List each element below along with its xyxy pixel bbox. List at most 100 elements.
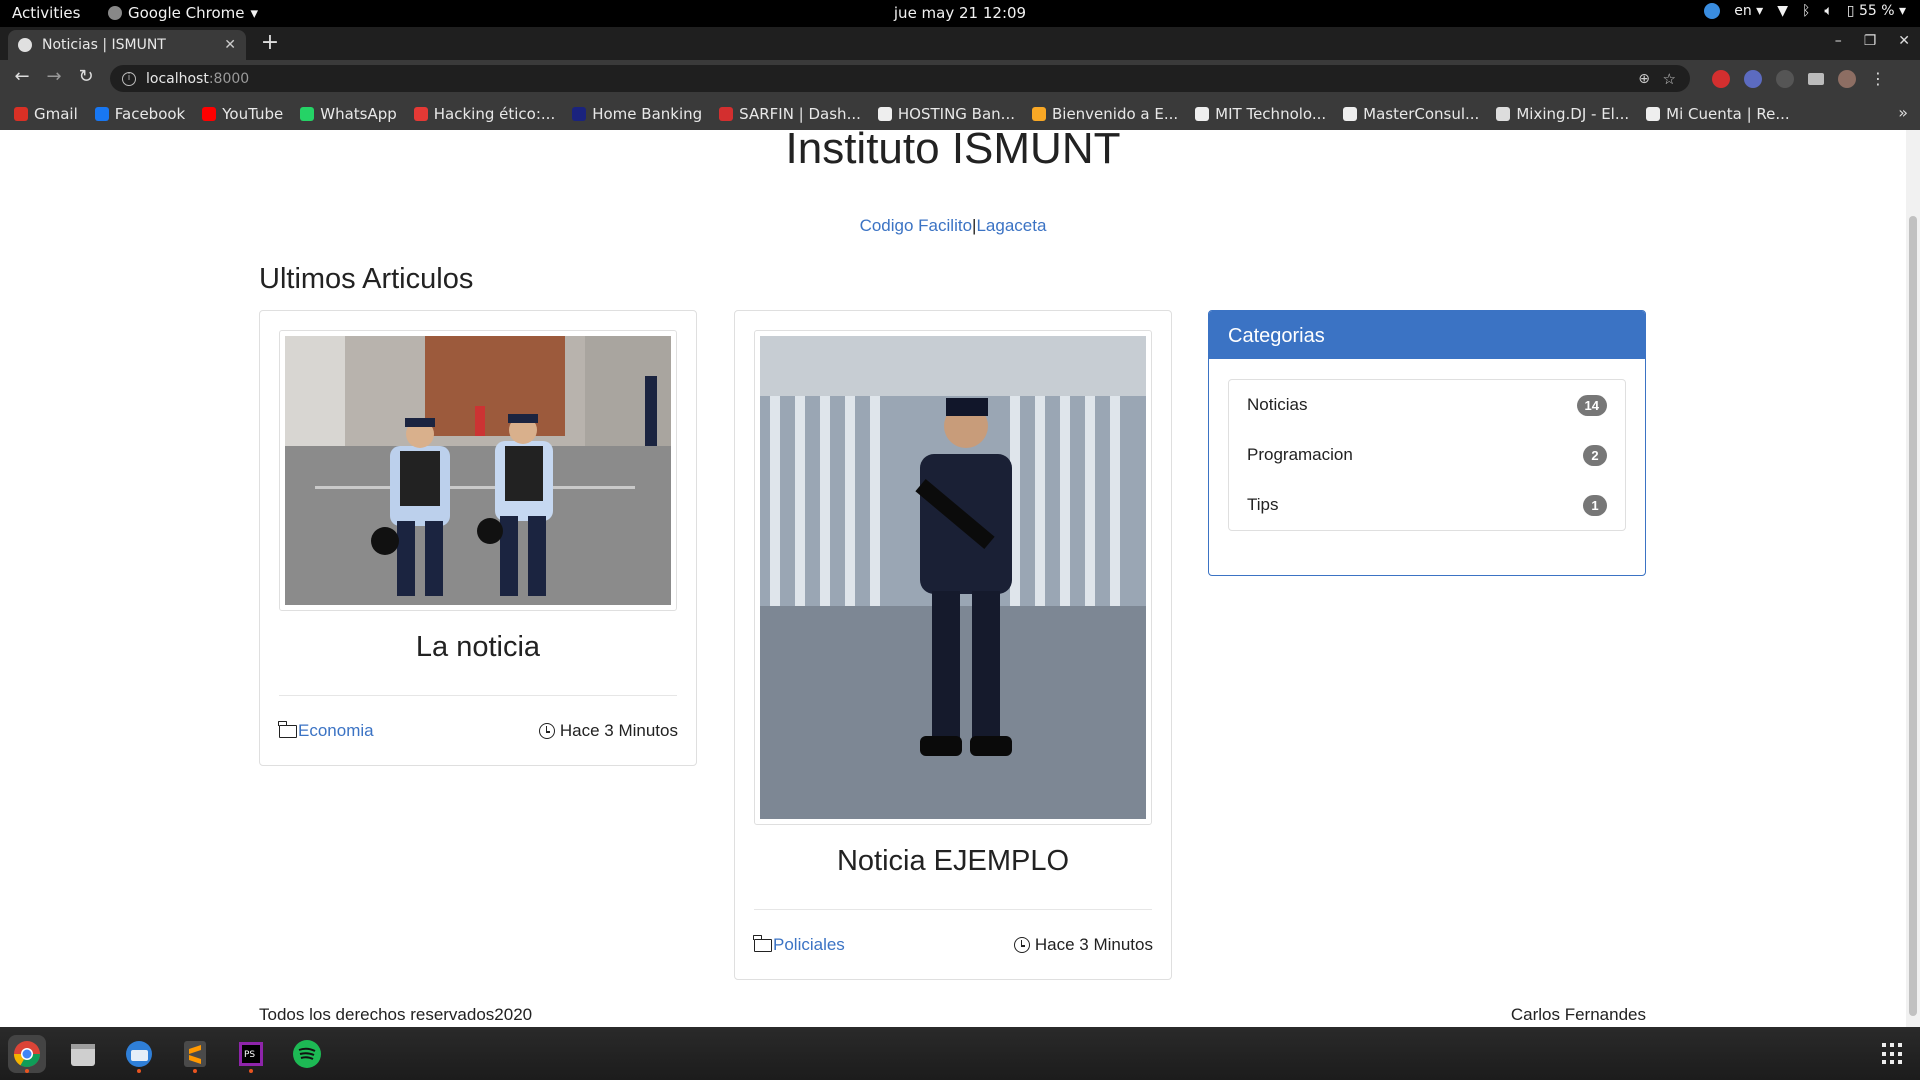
- bookmark-item[interactable]: Hacking ético:...: [413, 105, 555, 123]
- article-card: La noticia Economia Hace 3 Minutos: [259, 310, 697, 766]
- categories-panel: Categorias Noticias 14 Programacion 2 Ti…: [1208, 310, 1646, 576]
- shield-extension-icon[interactable]: [1744, 69, 1762, 88]
- article-title[interactable]: Noticia EJEMPLO: [735, 845, 1171, 878]
- link-codigo-facilito[interactable]: Codigo Facilito: [860, 216, 972, 235]
- article-time-label: Hace 3 Minutos: [559, 721, 678, 740]
- bookmark-label: Home Banking: [592, 104, 703, 123]
- bookmark-item[interactable]: WhatsApp: [300, 105, 397, 123]
- bluetooth-icon[interactable]: ᛒ: [1802, 3, 1810, 19]
- clock[interactable]: jue may 21 12:09: [0, 4, 1920, 22]
- show-applications-icon[interactable]: [1882, 1043, 1904, 1065]
- new-tab-button[interactable]: +: [258, 30, 282, 58]
- bookmark-item[interactable]: HOSTING Ban...: [877, 104, 1015, 123]
- chrome-logo-icon: [13, 1041, 41, 1068]
- minimize-icon[interactable]: –: [1835, 33, 1842, 49]
- activities-button[interactable]: Activities: [12, 4, 80, 22]
- language-label: en: [1734, 3, 1752, 19]
- favicon-icon: [18, 38, 32, 52]
- phpstorm-dock-icon[interactable]: PS: [232, 1035, 270, 1073]
- article-photo-police-walking[interactable]: [285, 336, 671, 605]
- system-tray[interactable]: en ▾ ▼ ᛒ 🔈︎ ▯ 55 % ▾: [1704, 3, 1906, 19]
- address-bar[interactable]: i localhost:8000 ⊕ ☆: [110, 65, 1690, 92]
- bookmark-favicon-icon: [1195, 106, 1210, 121]
- spotify-dock-icon[interactable]: [288, 1035, 326, 1073]
- close-window-icon[interactable]: ✕: [1898, 33, 1910, 49]
- url-host: localhost: [146, 70, 209, 87]
- wifi-icon[interactable]: ▼: [1777, 3, 1788, 19]
- forward-arrow-icon[interactable]: →: [42, 66, 66, 87]
- bookmark-favicon-icon: [1031, 106, 1046, 121]
- bookmark-item[interactable]: Mi Cuenta | Re...: [1646, 105, 1790, 123]
- bookmark-label: Facebook: [114, 104, 186, 123]
- bookmarks-bar: Gmail Facebook YouTube WhatsApp Hacking étic…: [0, 97, 1920, 130]
- divider: [754, 909, 1152, 910]
- chrome-dock-icon[interactable]: [8, 1035, 46, 1073]
- maximize-icon[interactable]: ❐: [1864, 33, 1877, 49]
- bookmark-favicon-icon: [202, 106, 217, 121]
- files-icon: [71, 1044, 95, 1066]
- category-name: Tips: [1247, 495, 1279, 514]
- back-arrow-icon[interactable]: ←: [10, 66, 34, 87]
- battery-indicator[interactable]: ▯ 55 % ▾: [1847, 3, 1906, 19]
- chevron-down-icon: ▾: [250, 4, 259, 22]
- more-menu-icon[interactable]: ⋮: [1870, 69, 1886, 88]
- running-indicator: [249, 1069, 253, 1073]
- url-port: :8000: [208, 70, 250, 87]
- bookmark-label: Mixing.DJ - El...: [1516, 104, 1630, 123]
- spotify-icon: [293, 1040, 321, 1068]
- bookmark-item[interactable]: Mixing.DJ - El...: [1496, 105, 1629, 123]
- volume-icon[interactable]: 🔈︎: [1824, 3, 1832, 19]
- bookmarks-overflow-icon[interactable]: »: [1898, 103, 1908, 122]
- bookmark-item[interactable]: Home Banking: [572, 105, 702, 123]
- count-badge: 2: [1583, 444, 1607, 466]
- bookmark-item[interactable]: MIT Technolo...: [1195, 105, 1326, 123]
- category-item-noticias[interactable]: Noticias 14: [1229, 380, 1625, 430]
- svg-text:PS: PS: [244, 1050, 255, 1060]
- close-tab-icon[interactable]: ✕: [224, 37, 236, 53]
- bookmark-item[interactable]: SARFIN | Dash...: [719, 105, 861, 123]
- bookmark-favicon-icon: [1343, 106, 1358, 121]
- clock-icon: [1013, 937, 1030, 953]
- app-menu[interactable]: Google Chrome ▾: [108, 4, 258, 22]
- bookmark-star-icon[interactable]: ☆: [1663, 70, 1676, 88]
- bookmark-label: HOSTING Ban...: [897, 104, 1015, 123]
- tab-strip: Noticias | ISMUNT ✕ + – ❐ ✕: [0, 27, 1920, 60]
- thunderbird-dock-icon[interactable]: [120, 1035, 158, 1073]
- adblock-icon[interactable]: [1712, 69, 1730, 88]
- bookmark-item[interactable]: Bienvenido a E...: [1031, 105, 1178, 123]
- extension-icon[interactable]: [1776, 69, 1794, 88]
- link-lagaceta[interactable]: Lagaceta: [976, 216, 1046, 235]
- page-scrollbar[interactable]: [1906, 130, 1920, 1027]
- zoom-icon[interactable]: ⊕: [1638, 71, 1650, 87]
- bookmark-item[interactable]: MasterConsul...: [1343, 105, 1479, 123]
- article-photo: [285, 336, 671, 605]
- language-indicator[interactable]: en ▾: [1734, 3, 1763, 19]
- article-photo-police-officer[interactable]: [760, 336, 1146, 819]
- profile-avatar[interactable]: [1838, 69, 1856, 88]
- site-info-icon[interactable]: i: [122, 71, 136, 86]
- sync-icon[interactable]: [1704, 3, 1721, 19]
- files-dock-icon[interactable]: [64, 1035, 102, 1073]
- reload-icon[interactable]: ↻: [74, 66, 98, 87]
- scrollbar-thumb[interactable]: [1909, 216, 1917, 1016]
- media-controls-icon[interactable]: [1808, 72, 1824, 85]
- sublime-dock-icon[interactable]: [176, 1035, 214, 1073]
- bookmark-item[interactable]: YouTube: [202, 105, 283, 123]
- running-indicator: [137, 1069, 141, 1073]
- dock: PS: [0, 1027, 1920, 1080]
- bookmark-item[interactable]: Facebook: [94, 104, 186, 123]
- category-link[interactable]: Policiales: [773, 935, 845, 955]
- category-item-tips[interactable]: Tips 1: [1229, 480, 1625, 530]
- article-time: Hace 3 Minutos: [538, 721, 678, 741]
- category-item-programacion[interactable]: Programacion 2: [1229, 430, 1625, 480]
- bookmark-label: MIT Technolo...: [1215, 104, 1327, 123]
- folder-open-icon: [278, 720, 297, 738]
- article-title[interactable]: La noticia: [260, 631, 696, 664]
- battery-label: 55 %: [1858, 3, 1895, 19]
- tab-noticias[interactable]: Noticias | ISMUNT ✕: [8, 30, 246, 60]
- window-controls: – ❐ ✕: [1835, 33, 1910, 49]
- bookmark-label: WhatsApp: [320, 104, 397, 123]
- bookmark-item[interactable]: Gmail: [14, 105, 78, 123]
- category-link[interactable]: Economia: [298, 721, 374, 741]
- bookmark-label: MasterConsul...: [1363, 104, 1480, 123]
